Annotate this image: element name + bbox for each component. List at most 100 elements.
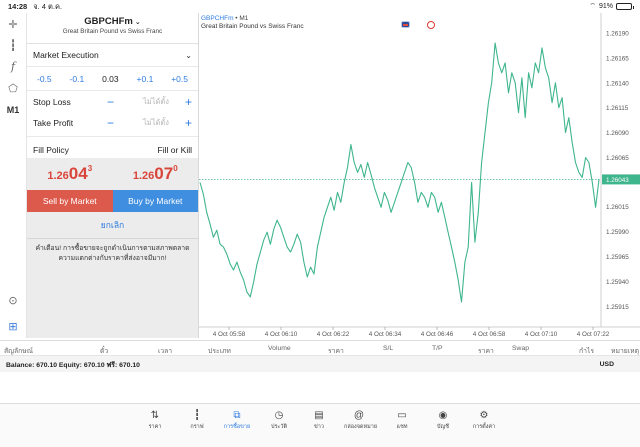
stop-loss-row: Stop Loss − ไม่ได้ตั้ง + [27, 91, 198, 112]
x-tick-label: 4 Oct 06:22 [317, 331, 350, 338]
chart-symbol: GBPCHFm [201, 15, 234, 22]
price-series-line [199, 42, 600, 303]
y-tick-label: 1.26065 [606, 155, 629, 162]
tab-label: บัญชี [437, 424, 449, 430]
x-tick-label: 4 Oct 07:10 [525, 331, 558, 338]
take-profit-minus-button[interactable]: − [107, 116, 127, 130]
cancel-button[interactable]: ยกเลิก [27, 212, 198, 238]
wifi-icon: ⌔ [589, 3, 596, 10]
symbol-description: Great Britain Pound vs Swiss Franc [27, 28, 198, 44]
new-order-icon[interactable]: ⊞ [3, 318, 23, 334]
chevron-down-icon: ⌄ [185, 50, 192, 60]
fill-policy-label: Fill Policy [33, 144, 69, 155]
y-tick-label: 1.26015 [606, 204, 629, 211]
take-profit-plus-button[interactable]: + [185, 116, 192, 130]
stop-loss-minus-button[interactable]: − [107, 95, 127, 109]
take-profit-input[interactable]: ไม่ได้ตั้ง [127, 117, 185, 129]
column-header: หมายเหตุ [611, 348, 639, 355]
y-tick-label: 1.25990 [606, 229, 629, 236]
price-chart[interactable]: 1.26190 1.26165 1.26140 1.26115 1.26090 1.260… [199, 13, 640, 340]
y-tick-label: 1.25965 [606, 254, 629, 261]
take-profit-row: Take Profit − ไม่ได้ตั้ง + [27, 112, 198, 133]
status-bar: 14:28 จ. 4 ต.ค. ⌔ 91% [0, 0, 640, 13]
volume-increase-small[interactable]: +0.1 [137, 74, 154, 84]
chart-canvas[interactable]: 1.26190 1.26165 1.26140 1.26115 1.26090 1.260… [199, 13, 640, 340]
tab-label: กราฟ [190, 424, 204, 430]
tab-label: ข่าว [314, 424, 324, 430]
candles-icon: ┇ [193, 410, 201, 421]
trade-columns-header: สัญลักษณ์ ตั๋ว เวลา ประเภท Volume ราคา S/L T/P ร… [0, 340, 640, 356]
tab-chat[interactable]: ▭ แชท [387, 409, 417, 431]
y-tick-label: 1.26165 [606, 55, 629, 62]
tab-settings[interactable]: ⚙ การตั้งค่า [469, 409, 499, 431]
chart-description: Great Britain Pound vs Swiss Franc [201, 23, 304, 30]
tab-trade[interactable]: ⧉ การซื้อขาย [222, 409, 252, 431]
quotes-icon: ⇅ [150, 410, 160, 421]
balance-bar: Balance: 670.10 Equity: 670.10 ฟรี: 670.… [0, 356, 640, 372]
column-header: T/P [432, 345, 443, 352]
chf-flag-icon [427, 21, 435, 29]
x-tick-label: 4 Oct 06:10 [265, 331, 298, 338]
quote-area: 1.26043 1.26070 Sell by Market Buy by Ma… [27, 158, 198, 338]
volume-stepper: -0.5 -0.1 0.03 +0.1 +0.5 [27, 67, 198, 91]
tab-history[interactable]: ◷ ประวัติ [264, 409, 294, 431]
volume-decrease-small[interactable]: -0.1 [70, 74, 85, 84]
y-tick-label: 1.26115 [606, 105, 629, 112]
take-profit-label: Take Profit [33, 117, 74, 128]
status-time: 14:28 [8, 2, 28, 11]
buy-by-market-button[interactable]: Buy by Market [112, 190, 198, 212]
tab-candles[interactable]: ┇ กราฟ [182, 409, 212, 431]
settings-icon: ⚙ [479, 410, 489, 421]
execution-warning: คำเตือน! การซื้อขายจะถูกดำเนินการตามสภาพ… [27, 238, 198, 266]
volume-decrease-big[interactable]: -0.5 [37, 74, 52, 84]
sell-by-market-button[interactable]: Sell by Market [27, 190, 113, 212]
execution-type-label: Market Execution [33, 50, 99, 60]
tab-label: การตั้งค่า [472, 424, 496, 430]
column-header: Volume [268, 345, 291, 352]
symbol-name: GBPCHFm [84, 16, 133, 27]
x-tick-label: 4 Oct 05:58 [213, 331, 246, 338]
y-tick-label: 1.26090 [606, 130, 629, 137]
candles-icon[interactable]: ┇ [3, 37, 23, 53]
news-icon: ▤ [314, 410, 324, 421]
x-tick-label: 4 Oct 07:22 [577, 331, 610, 338]
tab-mailbox[interactable]: @ กล่องจดหมาย [344, 409, 378, 431]
balance-text: Balance: 670.10 Equity: 670.10 ฟรี: 670.… [6, 361, 140, 369]
chevron-down-icon: ⌄ [134, 19, 141, 26]
stop-loss-plus-button[interactable]: + [185, 95, 192, 109]
history-icon: ◷ [274, 410, 284, 421]
bottom-tab-bar: ⇅ ราคา ┇ กราฟ ⧉ การซื้อขาย ◷ ประวัติ ▤ ข่าว @ กล่อง… [0, 403, 640, 447]
order-panel: GBPCHFm ⌄ Great Britain Pound vs Swiss Fr… [27, 13, 199, 338]
volume-increase-big[interactable]: +0.5 [171, 74, 188, 84]
indicators-icon[interactable]: f [3, 58, 23, 74]
execution-type-select[interactable]: Market Execution ⌄ [27, 44, 198, 67]
column-header: ราคา [328, 348, 344, 355]
tab-account[interactable]: ◉ บัญชี [428, 409, 458, 431]
mailbox-icon: @ [353, 410, 365, 421]
battery-icon [616, 3, 634, 10]
y-tick-label: 1.25940 [606, 279, 629, 286]
y-tick-label: 1.26190 [606, 31, 629, 38]
tab-label: กล่องจดหมาย [344, 424, 378, 430]
objects-icon[interactable]: ⬠ [3, 80, 23, 96]
timeframe-button[interactable]: M1 [3, 102, 23, 118]
zoom-icon[interactable]: ⊙ [3, 292, 23, 308]
tab-news[interactable]: ▤ ข่าว [304, 409, 334, 431]
tab-label: การซื้อขาย [223, 424, 251, 430]
volume-input[interactable]: 0.03 [102, 74, 119, 84]
column-header: Swap [512, 345, 530, 352]
x-tick-label: 4 Oct 06:58 [473, 331, 506, 338]
x-tick-label: 4 Oct 06:34 [369, 331, 402, 338]
column-header: กำไร [579, 348, 595, 355]
trade-icon: ⧉ [233, 410, 241, 421]
chart-title: GBPCHFm • M1 [201, 15, 249, 22]
battery-percent: 91% [598, 3, 613, 10]
x-tick-label: 4 Oct 06:46 [421, 331, 454, 338]
stop-loss-input[interactable]: ไม่ได้ตั้ง [127, 96, 185, 108]
ask-price: 1.26070 [132, 164, 178, 183]
tab-label: แชท [396, 424, 408, 430]
tab-quotes[interactable]: ⇅ ราคา [140, 409, 170, 431]
crosshair-icon[interactable]: ✛ [3, 16, 23, 32]
symbol-selector[interactable]: GBPCHFm ⌄ [27, 13, 198, 27]
tab-label: ประวัติ [270, 424, 288, 430]
